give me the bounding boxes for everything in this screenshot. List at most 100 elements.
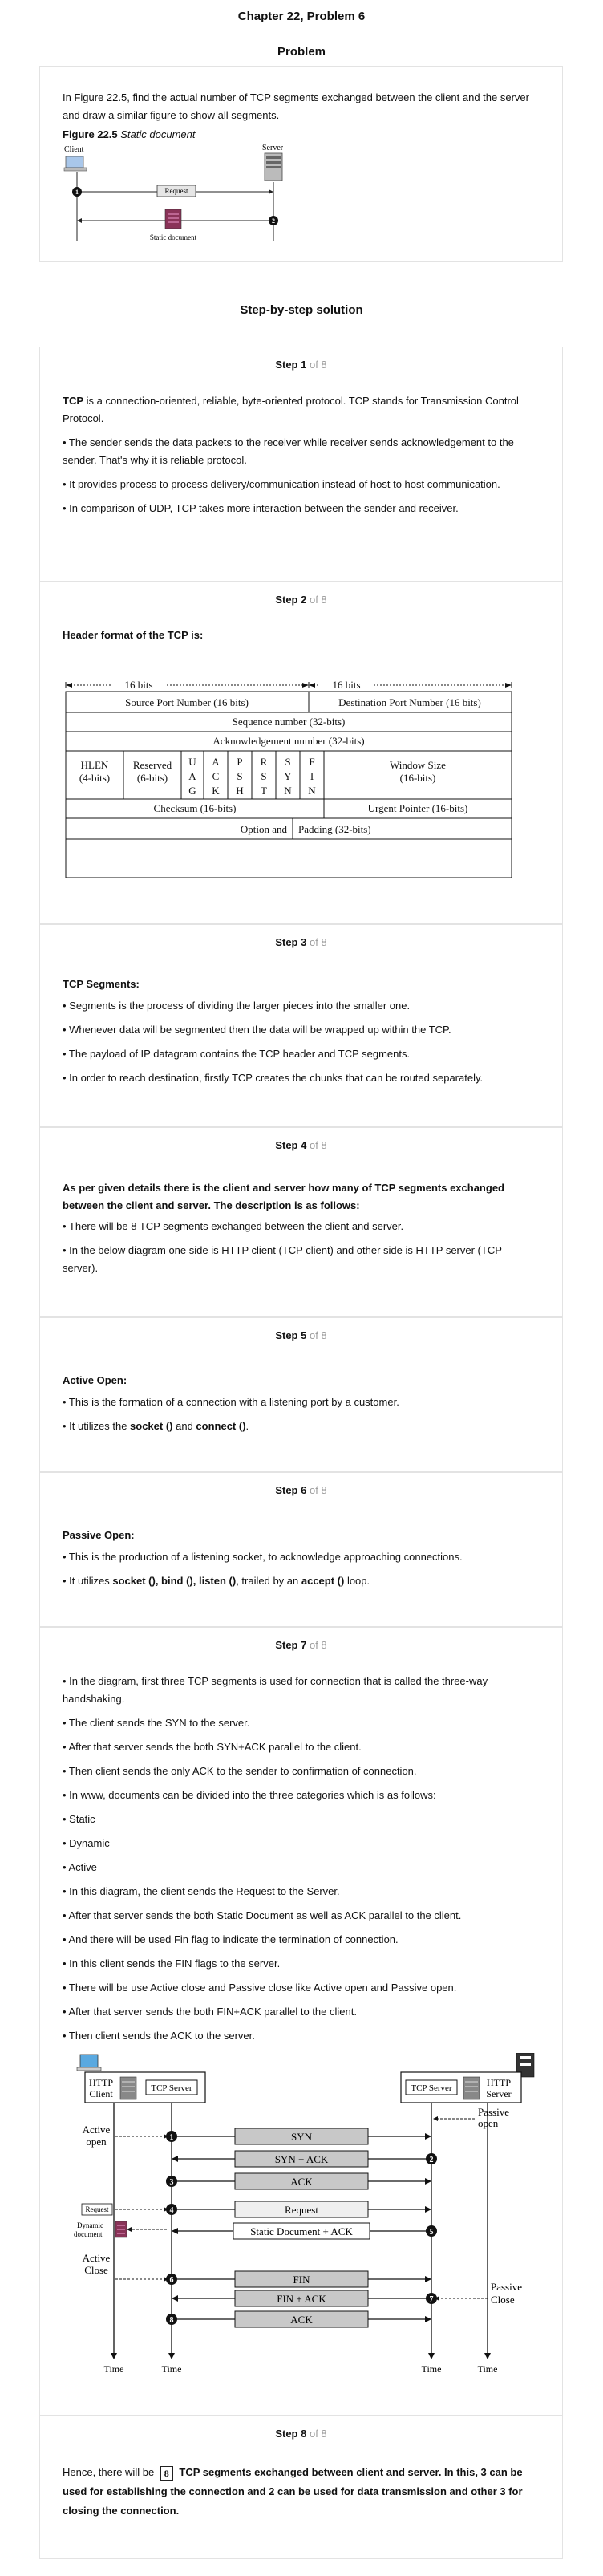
text-run: loop. (344, 1575, 370, 1587)
list-item: • This is the formation of a connection … (63, 1396, 399, 1408)
dynamic-document-icon (115, 2221, 127, 2238)
reserved-bits: (6-bits) (137, 772, 168, 784)
segment-number: 4 (170, 2206, 174, 2215)
text-run: and (172, 1420, 196, 1432)
flag-letter: F (309, 756, 314, 768)
tcp-header-diagram: 16 bits 16 bits Source Port Number (16 b… (65, 679, 512, 878)
step-5-label: Step 5 (275, 1329, 307, 1341)
step-of: of 8 (309, 1139, 327, 1151)
step-3-label: Step 3 (275, 936, 307, 948)
sequence-number-field: Sequence number (32-bits) (233, 716, 346, 728)
flag-letter: C (212, 770, 220, 782)
list-item: • In this diagram, the client sends the … (63, 1885, 340, 1897)
client-computer-icon (76, 2054, 102, 2071)
step-1-intro: TCP is a connection-oriented, reliable, … (63, 392, 540, 428)
step-6-title: Passive Open: (63, 1529, 135, 1541)
step-1-header: Step 1 of 8 (40, 347, 562, 371)
hlen-field: HLEN (81, 759, 109, 771)
problem-text: In Figure 22.5, find the actual number o… (63, 91, 529, 121)
dynamic-document-label: document (74, 2230, 103, 2238)
window-size-field: Window Size (390, 759, 446, 771)
checksum-field: Checksum (16-bits) (154, 802, 237, 814)
solution-heading: Step-by-step solution (240, 303, 363, 317)
flag-letter: K (212, 785, 220, 797)
fig-doc-label: Static document (150, 233, 197, 241)
fig-client-label: Client (64, 145, 84, 154)
ack-number-field: Acknowledgement number (32-bits) (212, 735, 364, 747)
segment-label: Static Document + ACK (250, 2225, 353, 2237)
bits-label-b: 16 bits (332, 679, 360, 691)
active-open-label: Active (83, 2124, 111, 2136)
flag-letter: A (212, 756, 220, 768)
flag-letter: N (284, 785, 292, 797)
client-server-icon (119, 2076, 137, 2100)
time-label: Time (478, 2363, 498, 2375)
flag-letter: P (237, 756, 242, 768)
step-7-card: Step 7 of 8 • In the diagram, first thre… (39, 1627, 563, 2416)
step-2-card: Step 2 of 8 Header format of the TCP is: (39, 582, 563, 924)
text-run: Hence, there will be (63, 2466, 157, 2478)
passive-close-label: Passive (491, 2281, 522, 2293)
flag-letter: N (308, 785, 316, 797)
step-2-label: Step 2 (275, 594, 307, 606)
flag-letter: S (237, 770, 242, 782)
text-run: • It utilizes the (63, 1420, 131, 1432)
active-close-label: Close (84, 2264, 108, 2276)
page: Chapter 22, Problem 6 Problem In Figure … (0, 0, 603, 2559)
list-item: • Active (63, 1861, 97, 1873)
step-5-card: Step 5 of 8 Active Open: • This is the f… (39, 1317, 563, 1472)
bits-label-a: 16 bits (124, 679, 152, 691)
segment-label: SYN + ACK (275, 2153, 329, 2165)
step-4-label: Step 4 (275, 1139, 307, 1151)
list-item: • In www, documents can be divided into … (63, 1789, 436, 1801)
list-item: • The sender sends the data packets to t… (63, 436, 514, 466)
step-2-title: Header format of the TCP is: (63, 629, 204, 641)
list-item: • Static (63, 1813, 95, 1825)
page-title: Chapter 22, Problem 6 (237, 10, 366, 23)
reserved-field: Reserved (133, 759, 172, 771)
http-server-label: HTTP (487, 2077, 511, 2088)
flag-letter: H (236, 785, 243, 797)
step-6-card: Step 6 of 8 Passive Open: • This is the … (39, 1472, 563, 1627)
segment-arrowhead (425, 2178, 431, 2185)
fig-server-label: Server (262, 144, 284, 152)
list-item: • Then client sends the ACK to the serve… (63, 2030, 255, 2042)
server-rack-icon (463, 2076, 480, 2100)
segment-number: 2 (430, 2156, 434, 2164)
time-label: Time (422, 2363, 442, 2375)
flag-letter: T (261, 785, 267, 797)
list-item: • The client sends the SYN to the server… (63, 1717, 250, 1729)
segment-arrowhead (425, 2206, 431, 2213)
client-tcp-server-label: TCP Server (151, 2083, 192, 2093)
step-7-label: Step 7 (275, 1639, 307, 1651)
answer-box: 8 (160, 2465, 173, 2481)
code-term: socket () (130, 1420, 173, 1432)
urgent-pointer-field: Urgent Pointer (16-bits) (368, 802, 468, 814)
step-4-header: Step 4 of 8 (40, 1128, 562, 1152)
destination-port-field: Destination Port Number (16 bits) (338, 696, 481, 708)
list-item: • Then client sends the only ACK to the … (63, 1765, 417, 1777)
segment-label: ACK (290, 2176, 313, 2188)
code-term: connect () (196, 1420, 246, 1432)
step-of: of 8 (309, 1484, 327, 1496)
step-8-header: Step 8 of 8 (40, 2416, 562, 2440)
active-close-label: Active (83, 2252, 111, 2264)
http-server-label: Server (486, 2088, 511, 2099)
list-item: • And there will be used Fin flag to ind… (63, 1933, 399, 1945)
tcp-connection-diagram: HTTP Client TCP Server TCP Server HTTP S… (74, 2052, 535, 2375)
segment-label: SYN (291, 2131, 313, 2143)
step-8-label: Step 8 (275, 2428, 307, 2440)
step-of: of 8 (309, 1639, 327, 1651)
list-item: • After that server sends the both SYN+A… (63, 1741, 362, 1753)
list-item: • There will be 8 TCP segments exchanged… (63, 1220, 404, 1232)
flag-letter: S (285, 756, 290, 768)
list-item: • After that server sends the both Stati… (63, 1909, 462, 1921)
option-field: Option and (241, 823, 288, 835)
source-port-field: Source Port Number (16 bits) (125, 696, 249, 708)
time-label: Time (162, 2363, 182, 2375)
flag-letter: R (261, 756, 268, 768)
problem-card: In Figure 22.5, find the actual number o… (39, 66, 563, 262)
segment-arrowhead (425, 2133, 431, 2140)
segment-label: Request (285, 2204, 318, 2216)
step-of: of 8 (309, 594, 327, 606)
